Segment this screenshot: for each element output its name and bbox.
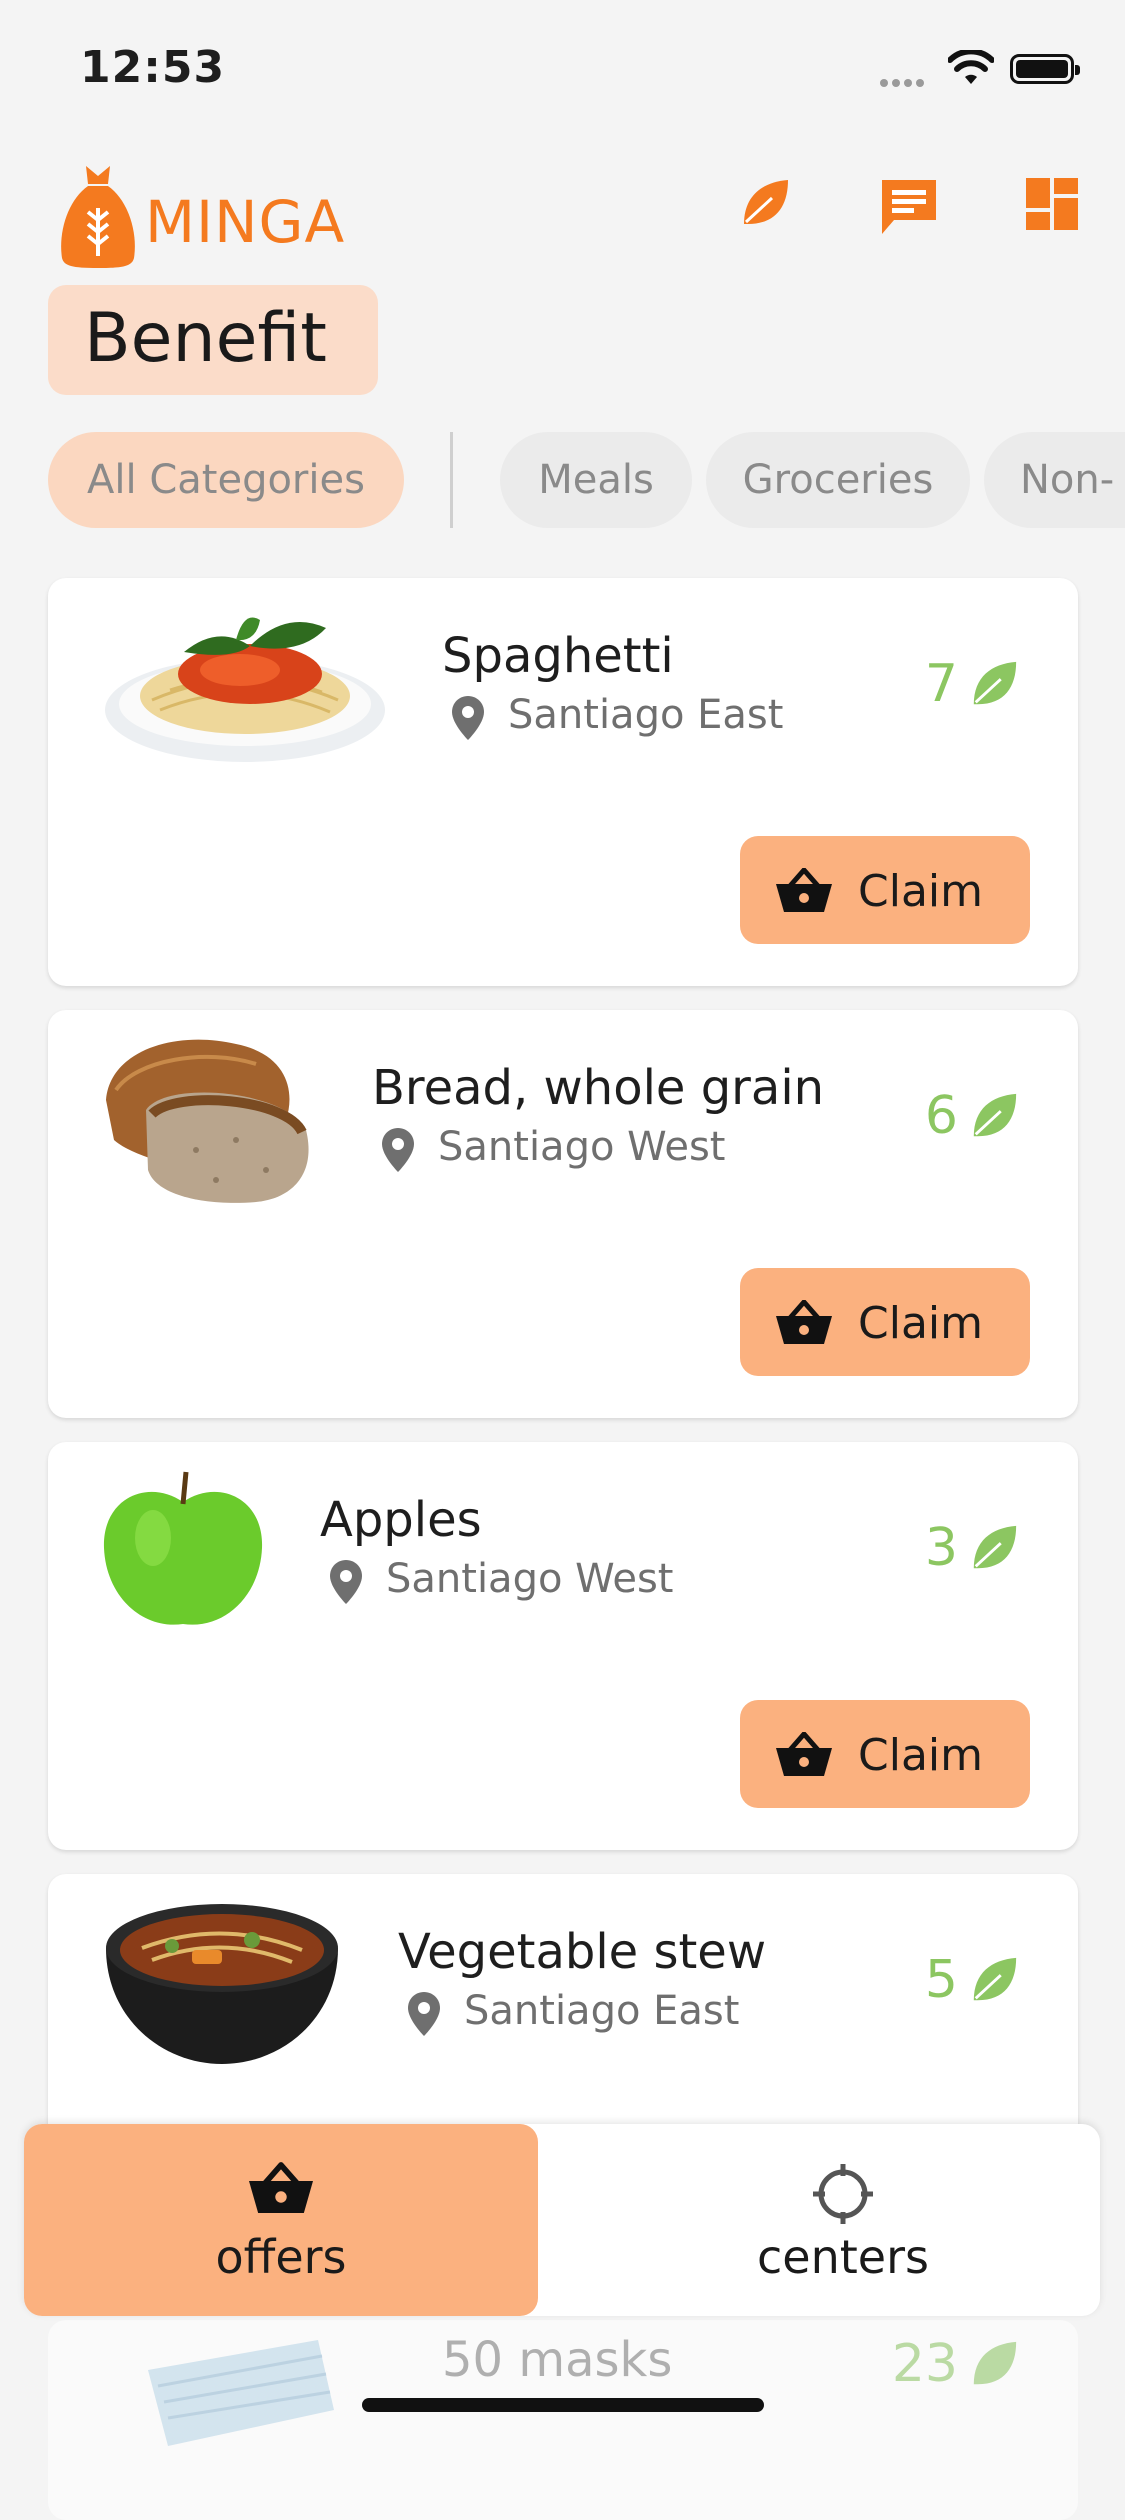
points-value: 5 (924, 1950, 958, 2010)
app-header: MINGA (0, 150, 1125, 270)
apple-image (103, 1471, 263, 1625)
section-title-chip: Benefit (48, 285, 378, 395)
filter-groceries[interactable]: Groceries (706, 432, 970, 528)
leaf-points-icon (973, 1957, 1017, 2001)
basket-icon (776, 1300, 832, 1344)
offer-name: Bread, whole grain (372, 1060, 825, 1116)
leaf-points-icon (973, 1093, 1017, 1137)
offer-location: Santiago East (464, 1988, 740, 2034)
points-badge: 3 (900, 1518, 1020, 1578)
offer-location: Santiago East (508, 692, 784, 738)
points-badge: 23 (880, 2334, 1020, 2394)
offer-card[interactable]: Spaghetti Santiago East 7 Claim (48, 578, 1078, 986)
category-filter-bar: All Categories Meals Groceries Non- (0, 432, 1125, 528)
claim-button[interactable]: Claim (740, 1268, 1030, 1376)
chat-icon[interactable] (878, 176, 940, 238)
leaf-points-icon (973, 2341, 1017, 2385)
filter-all-categories[interactable]: All Categories (48, 432, 404, 528)
offer-card[interactable]: Apples Santiago West 3 Claim (48, 1442, 1078, 1850)
location-pin-icon (382, 1128, 414, 1172)
offer-name: Vegetable stew (398, 1924, 767, 1980)
offer-card[interactable]: Bread, whole grain Santiago West 6 Claim (48, 1010, 1078, 1418)
tab-offers-label: offers (215, 2230, 347, 2284)
battery-icon (1010, 54, 1080, 84)
leaf-points-icon (973, 1525, 1017, 1569)
status-time: 12:53 (80, 42, 226, 93)
home-indicator[interactable] (362, 2398, 764, 2412)
basket-icon (776, 868, 832, 912)
points-value: 7 (924, 654, 958, 714)
wifi-icon (948, 50, 994, 84)
leaf-points-icon (973, 661, 1017, 705)
tab-offers[interactable]: offers (24, 2124, 538, 2316)
offer-location: Santiago West (386, 1556, 674, 1602)
points-badge: 6 (900, 1086, 1020, 1146)
status-bar: 12:53 (0, 0, 1125, 130)
offer-name: Apples (320, 1492, 482, 1548)
app-logo-text: MINGA (145, 188, 346, 256)
signal-icon (880, 72, 928, 91)
offer-name: 50 masks (442, 2332, 673, 2388)
location-pin-icon (452, 696, 484, 740)
spaghetti-image (105, 617, 385, 762)
location-pin-icon (330, 1560, 362, 1604)
location-pin-icon (408, 1992, 440, 2036)
bread-image (106, 1039, 309, 1203)
tab-centers[interactable]: centers (586, 2124, 1100, 2316)
dashboard-icon[interactable] (1024, 176, 1080, 232)
filter-divider (450, 432, 453, 528)
points-badge: 5 (900, 1950, 1020, 2010)
crosshair-icon (813, 2164, 873, 2224)
offer-name: Spaghetti (442, 628, 674, 684)
leaf-icon[interactable] (738, 176, 792, 230)
basket-icon (249, 2162, 313, 2213)
claim-label: Claim (858, 1730, 983, 1781)
points-value: 23 (891, 2334, 958, 2394)
offer-location: Santiago West (438, 1124, 726, 1170)
filter-meals[interactable]: Meals (500, 432, 692, 528)
points-value: 3 (924, 1518, 958, 1578)
page-title: Benefit (84, 299, 327, 378)
claim-button[interactable]: Claim (740, 1700, 1030, 1808)
masks-image (148, 2340, 334, 2446)
claim-label: Claim (858, 1298, 983, 1349)
claim-button[interactable]: Claim (740, 836, 1030, 944)
claim-label: Claim (858, 866, 983, 917)
tab-centers-label: centers (757, 2230, 929, 2284)
basket-icon (776, 1732, 832, 1776)
offer-card-partial[interactable]: 50 masks 23 (48, 2320, 1078, 2520)
points-value: 6 (924, 1086, 958, 1146)
points-badge: 7 (900, 654, 1020, 714)
filter-non[interactable]: Non- (984, 432, 1125, 528)
stew-image (106, 1904, 338, 2064)
bottom-tab-bar: offers centers (24, 2124, 1100, 2316)
minga-logo-icon (61, 166, 135, 268)
